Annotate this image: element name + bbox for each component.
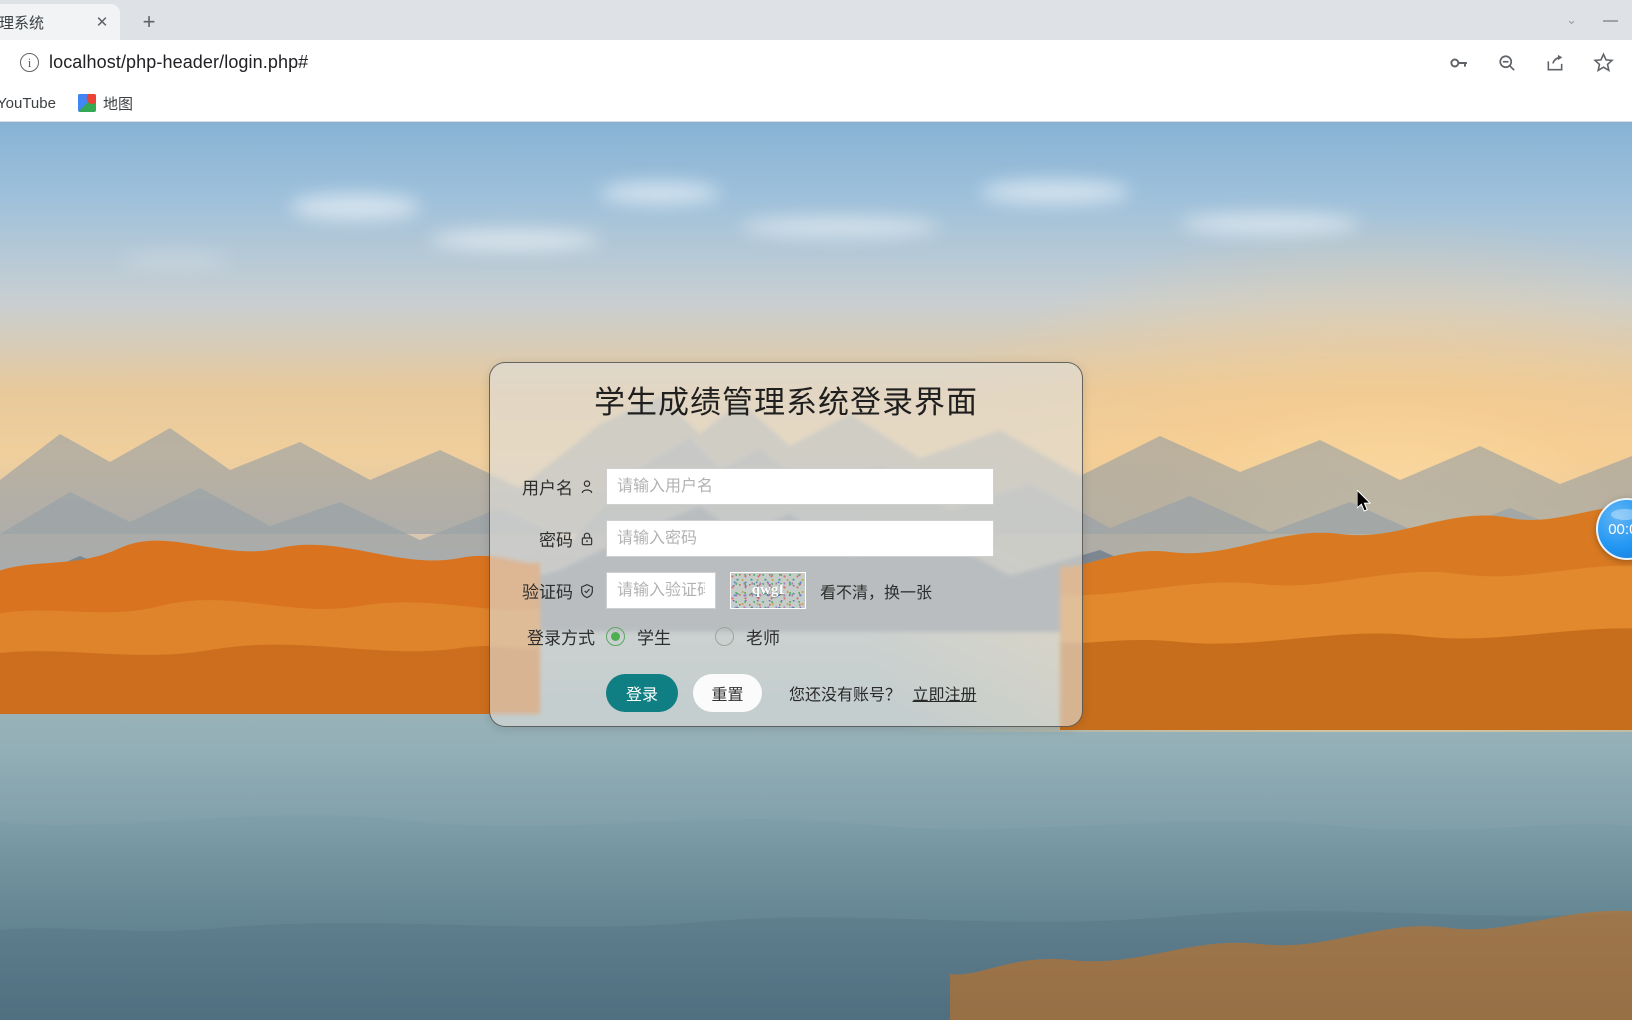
window-controls: ⌄ — (1566, 0, 1632, 40)
form-row-password: 密码 (490, 520, 1082, 557)
bookmark-star-icon[interactable] (1592, 52, 1614, 74)
form-actions: 登录 重置 您还没有账号？ 立即注册 (490, 674, 1082, 712)
cloud (980, 180, 1130, 204)
timer-badge-label: 00:00 (1608, 520, 1632, 538)
address-bar[interactable]: i localhost/php-header/login.php# (10, 46, 1448, 79)
bookmark-youtube[interactable]: YouTube (0, 91, 63, 116)
tab-strip: 理系统 ✕ + ⌄ — (0, 0, 1632, 40)
minimize-icon[interactable]: — (1603, 12, 1618, 29)
cloud (740, 218, 940, 236)
password-input[interactable] (606, 520, 994, 557)
bookmark-label: YouTube (0, 94, 56, 112)
forest-left (0, 514, 540, 714)
url-text: localhost/php-header/login.php# (49, 52, 309, 72)
bookmark-label: 地图 (102, 95, 133, 113)
bookmark-maps[interactable]: 地图 (71, 89, 140, 118)
forest-right (1060, 480, 1632, 730)
password-label: 密码 (539, 531, 573, 550)
form-row-captcha: 验证码 qwgI 看不清，换一张 (490, 572, 1082, 609)
radio-label: 老师 (746, 629, 780, 648)
chevron-down-icon[interactable]: ⌄ (1566, 12, 1577, 28)
google-maps-icon (77, 94, 96, 112)
lock-icon (579, 531, 595, 547)
cloud (600, 182, 720, 204)
page-title: 学生成绩管理系统登录界面 (594, 385, 978, 421)
toolbar-icons (1448, 52, 1622, 74)
radio-dot[interactable] (715, 627, 734, 646)
login-method-label: 登录方式 (527, 629, 595, 648)
share-icon[interactable] (1544, 52, 1566, 74)
captcha-text: qwgI (751, 582, 785, 598)
site-info-icon[interactable]: i (20, 53, 39, 72)
browser-tab[interactable]: 理系统 ✕ (0, 4, 120, 40)
cloud (1180, 214, 1360, 234)
radio-dot-selected[interactable] (606, 627, 625, 646)
zoom-out-icon[interactable] (1496, 52, 1518, 74)
page-viewport: 学生成绩管理系统登录界面 用户名 请输入用户名 密码 验证码 请输入验证码 qw… (0, 122, 1632, 1020)
captcha-input[interactable] (606, 572, 716, 609)
user-icon (579, 479, 595, 495)
browser-window: 理系统 ✕ + ⌄ — i localhost/php-header/login… (0, 0, 1632, 1020)
radio-option-teacher[interactable]: 老师 (715, 624, 780, 649)
form-row-login-method: 登录方式 学生 老师 (490, 624, 1082, 649)
browser-toolbar: i localhost/php-header/login.php# (0, 40, 1632, 85)
bookmarks-bar: YouTube 地图 (0, 85, 1632, 122)
shield-check-icon (579, 583, 595, 599)
form-row-username: 用户名 (490, 468, 1082, 505)
username-input[interactable] (606, 468, 994, 505)
radio-option-student[interactable]: 学生 (606, 624, 671, 649)
cloud (290, 194, 420, 220)
login-card: 学生成绩管理系统登录界面 用户名 请输入用户名 密码 验证码 请输入验证码 qw… (489, 362, 1083, 727)
login-button[interactable]: 登录 (606, 674, 678, 712)
captcha-label-group: 验证码 (490, 578, 606, 603)
cloud (430, 230, 600, 250)
captcha-label: 验证码 (522, 583, 573, 602)
captcha-image[interactable]: qwgI (730, 572, 806, 609)
username-label: 用户名 (522, 479, 573, 498)
register-prompt-group: 您还没有账号？ 立即注册 (789, 681, 976, 705)
tab-title: 理系统 (0, 14, 45, 32)
login-method-radio-group: 学生 老师 (606, 624, 780, 649)
key-icon[interactable] (1448, 52, 1470, 74)
login-form: 用户名 密码 (490, 422, 1082, 712)
radio-label: 学生 (637, 629, 671, 648)
cloud (120, 252, 230, 268)
tab-close-icon[interactable]: ✕ (90, 10, 114, 34)
new-tab-button[interactable]: + (134, 7, 164, 37)
username-label-group: 用户名 (490, 474, 606, 499)
password-label-group: 密码 (490, 526, 606, 551)
captcha-refresh-link[interactable]: 看不清，换一张 (820, 579, 932, 603)
register-prompt: 您还没有账号？ (789, 687, 902, 704)
register-link[interactable]: 立即注册 (912, 687, 976, 704)
foreground-trees (950, 882, 1632, 1020)
reset-button[interactable]: 重置 (693, 674, 762, 712)
